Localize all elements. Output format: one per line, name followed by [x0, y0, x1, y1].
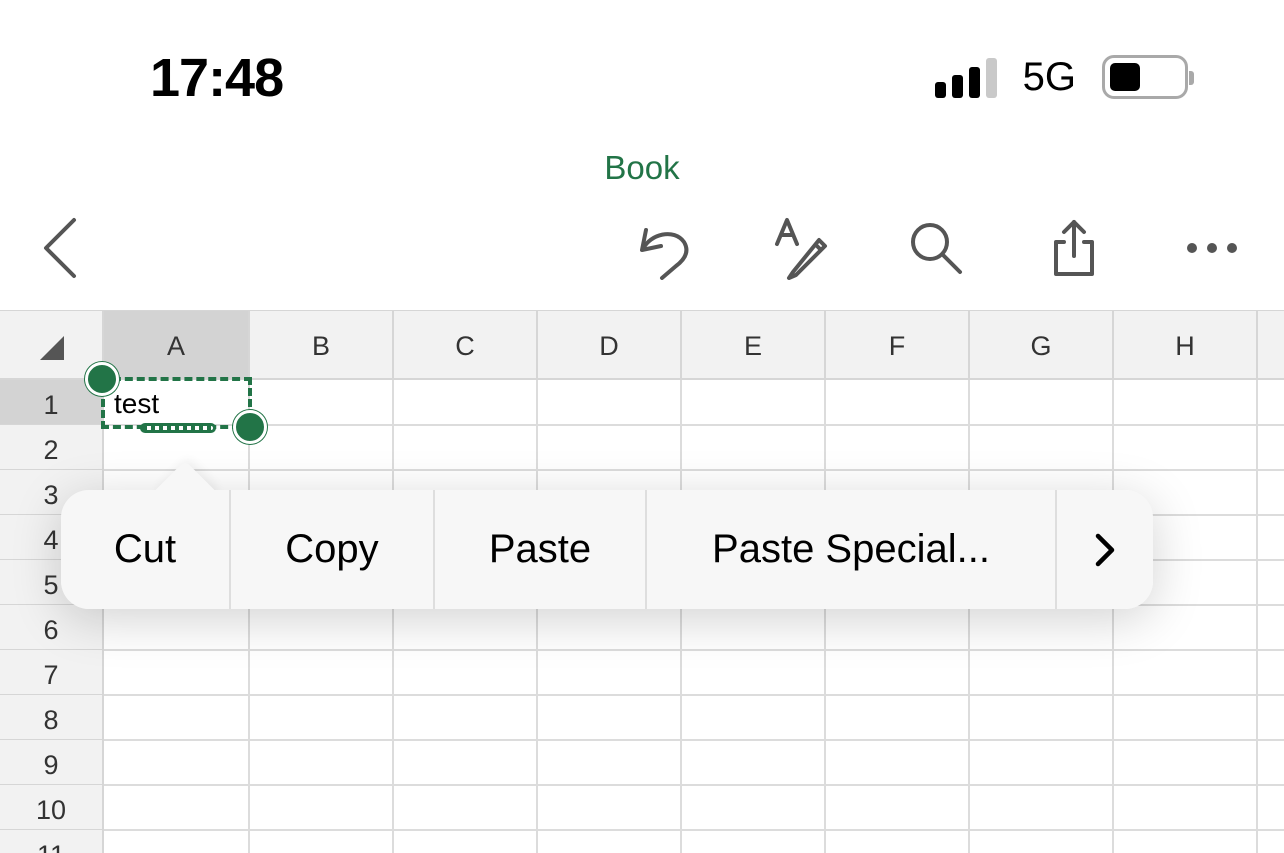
column-header-d[interactable]: D — [538, 311, 682, 379]
cut-menu-item[interactable]: Cut — [61, 490, 231, 609]
chevron-right-icon — [1095, 533, 1115, 566]
row-header-11[interactable]: 11 — [0, 830, 104, 853]
back-button[interactable] — [20, 210, 100, 286]
search-icon — [911, 223, 962, 274]
share-button[interactable] — [1034, 210, 1114, 286]
more-icon — [1187, 243, 1237, 253]
undo-icon — [640, 228, 689, 280]
cell-a1-value: test — [114, 388, 160, 419]
column-header-row: A B C D E F G H — [0, 310, 1284, 380]
status-indicators: 5G — [934, 52, 1194, 102]
status-time: 17:48 — [150, 48, 284, 108]
row-header-6[interactable]: 6 — [0, 605, 104, 650]
column-header-g[interactable]: G — [970, 311, 1114, 379]
paste-special-menu-item[interactable]: Paste Special... — [647, 490, 1057, 609]
column-header-c[interactable]: C — [394, 311, 538, 379]
cell-area[interactable] — [104, 380, 1284, 853]
share-icon — [1054, 220, 1094, 276]
more-button[interactable] — [1172, 210, 1252, 286]
cell-a1[interactable]: test — [104, 380, 250, 426]
network-type: 5G — [1022, 55, 1076, 99]
selection-handle-bottom-right[interactable] — [233, 410, 267, 444]
draw-button[interactable] — [758, 210, 838, 286]
search-button[interactable] — [896, 210, 976, 286]
document-title[interactable]: Book — [0, 148, 1284, 188]
context-menu: Cut Copy Paste Paste Special... — [61, 490, 1153, 609]
column-header-a[interactable]: A — [104, 311, 250, 379]
more-options-button[interactable] — [1057, 490, 1153, 609]
paste-menu-item[interactable]: Paste — [435, 490, 647, 609]
cellular-signal-icon — [934, 56, 997, 98]
selection-handle-top-left[interactable] — [85, 362, 119, 396]
column-header-e[interactable]: E — [682, 311, 826, 379]
row-header-7[interactable]: 7 — [0, 650, 104, 695]
copy-menu-item[interactable]: Copy — [231, 490, 435, 609]
row-header-2[interactable]: 2 — [0, 425, 104, 470]
selection-fill-handle[interactable] — [140, 423, 216, 433]
column-header-h[interactable]: H — [1114, 311, 1258, 379]
battery-icon — [1102, 55, 1194, 99]
row-header-10[interactable]: 10 — [0, 785, 104, 830]
battery-level — [1110, 63, 1140, 91]
select-all-icon — [40, 336, 64, 360]
draw-pen-icon — [775, 218, 827, 280]
chevron-left-icon — [44, 218, 76, 278]
row-header-9[interactable]: 9 — [0, 740, 104, 785]
undo-button[interactable] — [622, 210, 702, 286]
column-header-b[interactable]: B — [250, 311, 394, 379]
column-header-f[interactable]: F — [826, 311, 970, 379]
row-header-8[interactable]: 8 — [0, 695, 104, 740]
